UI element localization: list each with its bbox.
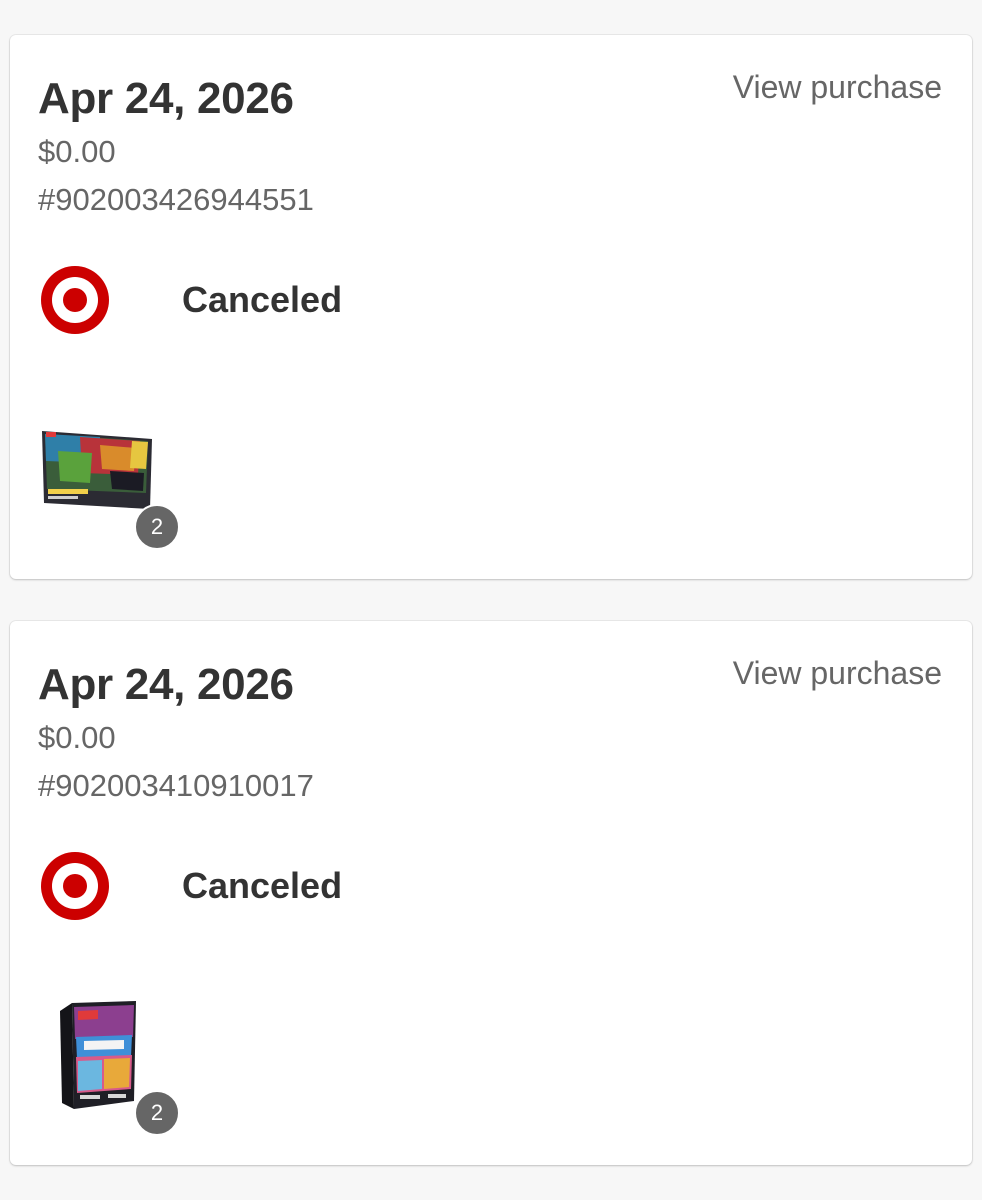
view-purchase-link[interactable]: View purchase xyxy=(733,653,942,693)
order-date: Apr 24, 2026 xyxy=(38,660,294,709)
product-thumbnail[interactable] xyxy=(58,997,138,1117)
product-thumbnail[interactable] xyxy=(40,423,154,513)
order-number: #902003426944551 xyxy=(38,182,314,217)
item-quantity-badge: 2 xyxy=(134,1090,180,1136)
order-date: Apr 24, 2026 xyxy=(38,74,294,123)
order-status-row: Canceled xyxy=(40,851,342,921)
order-status-row: Canceled xyxy=(40,265,342,335)
item-quantity-badge: 2 xyxy=(134,504,180,550)
order-total: $0.00 xyxy=(38,134,116,169)
target-bullseye-icon xyxy=(41,266,109,334)
order-status: Canceled xyxy=(182,865,343,906)
order-number: #902003410910017 xyxy=(38,768,314,803)
order-card: Apr 24, 2026 View purchase $0.00 #902003… xyxy=(10,621,972,1165)
order-total: $0.00 xyxy=(38,720,116,755)
target-bullseye-icon xyxy=(41,852,109,920)
order-card: Apr 24, 2026 View purchase $0.00 #902003… xyxy=(10,35,972,579)
view-purchase-link[interactable]: View purchase xyxy=(733,67,942,107)
order-status: Canceled xyxy=(182,279,343,320)
